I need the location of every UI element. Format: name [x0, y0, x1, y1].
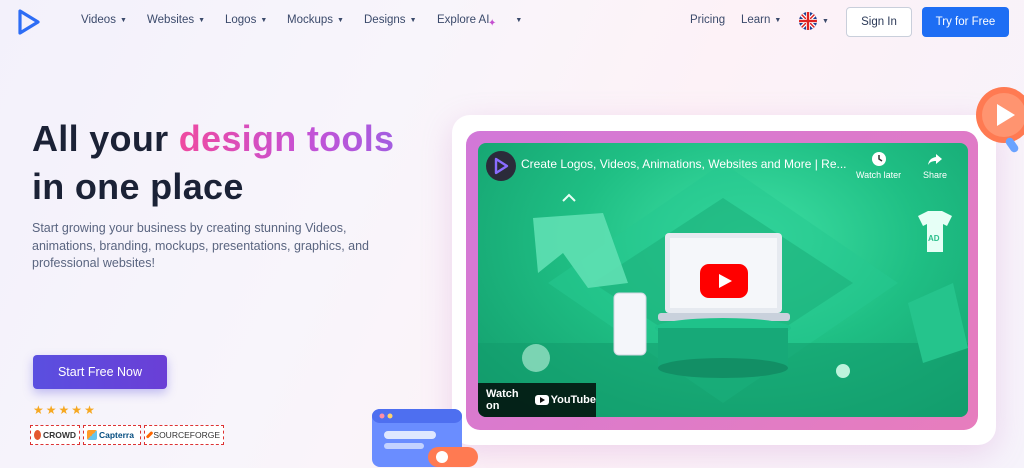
caret-down-icon: ▼ — [119, 16, 127, 24]
nav-designs-label: Designs — [364, 14, 406, 26]
language-caret-icon[interactable]: ▼ — [822, 18, 829, 25]
sparkle-icon: ✦ — [488, 18, 497, 29]
youtube-play-button[interactable] — [700, 264, 748, 298]
star-icon: ★ — [33, 403, 44, 417]
youtube-logo-icon: YouTube — [534, 394, 596, 406]
capterra-label: Capterra — [99, 430, 134, 440]
g2-crowd-badge[interactable]: CROWD — [30, 425, 80, 445]
share-arrow-icon — [928, 154, 943, 165]
watch-on-label: Watch on — [486, 388, 519, 412]
nav-learn-label: Learn — [741, 14, 771, 26]
star-icon: ★ — [71, 403, 83, 417]
hero-subtext: Start growing your business by creating … — [32, 221, 369, 270]
review-badges: CROWD Capterra SOURCEFORGE — [30, 425, 224, 445]
nav-logos-label: Logos — [225, 14, 257, 26]
headline-part2: in one place — [32, 166, 244, 207]
watch-later-label: Watch later — [856, 170, 902, 180]
capterra-logo-icon — [87, 430, 97, 440]
nav-mockups-label: Mockups — [287, 14, 334, 26]
hero-headline: All your design tools in one place — [32, 115, 452, 211]
nav-pricing[interactable]: Pricing — [690, 14, 725, 26]
top-navigation: Videos ▼ Websites ▼ Logos ▼ Mockups ▼ De… — [0, 0, 1024, 44]
caret-down-icon: ▼ — [337, 16, 344, 24]
share-label: Share — [923, 170, 948, 180]
nav-designs[interactable]: Designs ▼ — [364, 14, 417, 26]
star-icon: ★ — [58, 403, 70, 417]
browser-window-3d-decoration-icon — [372, 409, 478, 467]
nav-websites[interactable]: Websites ▼ — [147, 14, 205, 26]
caret-down-icon: ▼ — [774, 16, 782, 24]
tshirt-print-text: AD — [928, 234, 940, 243]
uk-flag-icon[interactable] — [799, 12, 817, 30]
star-icon: ★ — [84, 403, 95, 417]
caret-down-icon: ▼ — [409, 16, 417, 24]
play-button-3d-decoration-icon — [976, 87, 1024, 153]
start-free-now-button[interactable]: Start Free Now — [33, 355, 167, 389]
sign-in-button[interactable]: Sign In — [846, 7, 912, 37]
video-title[interactable]: Create Logos, Videos, Animations, Websit… — [521, 157, 847, 171]
nav-logos[interactable]: Logos ▼ — [225, 14, 267, 26]
caret-down-icon: ▼ — [515, 16, 523, 24]
capterra-badge[interactable]: Capterra — [83, 425, 141, 445]
nav-mockups[interactable]: Mockups ▼ — [287, 14, 344, 26]
youtube-label: YouTube — [550, 394, 596, 406]
headline-accent: design tools — [178, 118, 395, 159]
headline-part1: All your — [32, 118, 179, 159]
nav-videos[interactable]: Videos ▼ — [81, 14, 127, 26]
sourceforge-label: SOURCEFORGE — [153, 430, 220, 440]
brand-logo-icon[interactable] — [17, 9, 41, 35]
share-button[interactable]: Share — [923, 151, 947, 180]
nav-videos-label: Videos — [81, 14, 116, 26]
g2-logo-icon — [34, 430, 41, 440]
channel-avatar[interactable] — [486, 151, 516, 181]
nav-explore-ai[interactable]: Explore AI ▼ — [437, 14, 522, 26]
sourceforge-badge[interactable]: SOURCEFORGE — [144, 425, 224, 445]
watch-on-youtube-button[interactable]: Watch on YouTube — [478, 383, 596, 417]
youtube-video-embed[interactable]: AD Create Logos, Videos, Animations, Web… — [478, 143, 968, 417]
nav-pricing-label: Pricing — [690, 14, 726, 26]
clock-icon — [871, 152, 886, 166]
star-icon: ★ — [45, 403, 57, 417]
watch-later-button[interactable]: Watch later — [856, 151, 901, 180]
caret-down-icon: ▼ — [260, 16, 268, 24]
channel-play-icon — [494, 157, 509, 175]
nav-explore-ai-label: Explore AI — [437, 14, 490, 26]
rating-stars: ★ ★ ★ ★ ★ — [33, 404, 95, 416]
nav-learn[interactable]: Learn ▼ — [741, 14, 781, 26]
nav-websites-label: Websites — [147, 14, 195, 26]
g2-crowd-label: CROWD — [42, 430, 76, 440]
caret-down-icon: ▼ — [198, 16, 206, 24]
try-for-free-button[interactable]: Try for Free — [922, 7, 1009, 37]
